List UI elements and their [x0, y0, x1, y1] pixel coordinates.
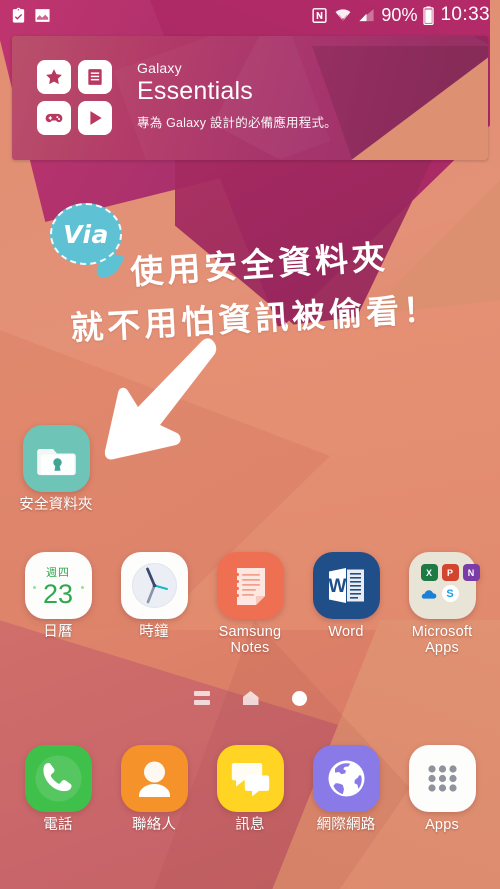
arrow-down-left-icon — [104, 338, 217, 460]
skype-icon: S — [441, 585, 459, 602]
word-icon[interactable]: W — [312, 552, 380, 619]
excel-icon: X — [420, 564, 438, 581]
galaxy-essentials-widget[interactable]: Galaxy Essentials 專為 Galaxy 設計的必備應用程式。 — [12, 36, 488, 160]
apps-drawer-button[interactable]: Apps — [394, 745, 490, 833]
samsung-notes-label-line2: Notes — [230, 640, 270, 657]
messages-app[interactable]: 訊息 — [202, 745, 298, 833]
microsoft-apps-folder[interactable]: X P N S Microsoft Apps — [394, 552, 490, 656]
document-icon — [78, 60, 112, 94]
widget-brand: Galaxy — [137, 60, 182, 76]
image-icon — [35, 8, 50, 22]
phone-label: 電話 — [43, 817, 73, 833]
internet-label: 網際網路 — [316, 817, 376, 833]
widget-title: Essentials — [137, 77, 253, 105]
samsung-notes-app[interactable]: Samsung Notes — [202, 552, 298, 656]
battery-percent-label: 90% — [381, 4, 418, 25]
widget-text: Galaxy Essentials 專為 Galaxy 設計的必備應用程式。 — [137, 60, 337, 131]
messages-label: 訊息 — [235, 817, 265, 833]
calendar-icon[interactable]: 週四 23 — [24, 552, 92, 619]
word-app[interactable]: W Word — [298, 552, 394, 640]
clipboard-check-icon — [12, 7, 25, 23]
powerpoint-icon: P — [441, 564, 459, 581]
home-screen: 90% 10:33 Galaxy Essentials 專為 Galaxy 設計… — [0, 0, 500, 889]
contacts-app[interactable]: 聯絡人 — [106, 745, 202, 833]
feed-page-icon[interactable] — [193, 691, 210, 705]
calendar-app[interactable]: 週四 23 日曆 — [10, 552, 106, 640]
status-bar-system-icons: 90% 10:33 — [311, 4, 490, 26]
calendar-label: 日曆 — [43, 624, 73, 640]
gamepad-icon — [37, 101, 71, 135]
secure-folder-label: 安全資料夾 — [19, 497, 93, 513]
phone-icon[interactable] — [24, 745, 92, 812]
star-icon — [37, 60, 71, 94]
internet-icon[interactable] — [312, 745, 380, 812]
calendar-weekday: 週四 — [46, 566, 70, 579]
via-speech-bubble: Via — [50, 203, 125, 281]
clock-label: 時鐘 — [139, 624, 169, 640]
word-glyph: W — [328, 576, 346, 597]
apps-label: Apps — [425, 817, 459, 833]
battery-icon — [423, 5, 435, 25]
page-indicator[interactable] — [0, 686, 500, 710]
widget-subtitle: 專為 Galaxy 設計的必備應用程式。 — [137, 115, 337, 130]
word-label: Word — [328, 624, 364, 640]
messages-icon[interactable] — [216, 745, 284, 812]
current-page-dot[interactable] — [291, 690, 307, 706]
calendar-day: 23 — [42, 578, 74, 609]
microsoft-apps-label-line1: Microsoft — [411, 624, 473, 640]
signal-icon — [359, 8, 375, 21]
contacts-icon[interactable] — [120, 745, 188, 812]
microsoft-apps-folder-icon[interactable]: X P N S — [408, 552, 480, 619]
status-bar[interactable]: 90% 10:33 — [0, 0, 500, 30]
via-bubble-label: Via — [63, 219, 109, 249]
samsung-notes-label-line1: Samsung — [218, 624, 282, 640]
wifi-icon — [335, 8, 351, 21]
clock-icon[interactable] — [120, 552, 188, 619]
clock-app[interactable]: 時鐘 — [106, 552, 202, 640]
internet-app[interactable]: 網際網路 — [298, 745, 394, 833]
home-page-icon[interactable] — [242, 691, 259, 705]
contacts-label: 聯絡人 — [131, 817, 177, 833]
samsung-notes-icon[interactable] — [216, 552, 284, 619]
status-bar-notifications — [10, 7, 51, 24]
status-bar-clock: 10:33 — [440, 4, 490, 25]
play-icon — [78, 101, 112, 135]
phone-app[interactable]: 電話 — [10, 745, 106, 833]
apps-grid-icon[interactable] — [408, 745, 476, 812]
onenote-icon: N — [462, 564, 480, 581]
microsoft-apps-label-line2: Apps — [425, 640, 459, 657]
widget-icon-grid — [37, 60, 112, 135]
onedrive-icon — [421, 585, 438, 602]
nfc-icon — [312, 7, 328, 23]
